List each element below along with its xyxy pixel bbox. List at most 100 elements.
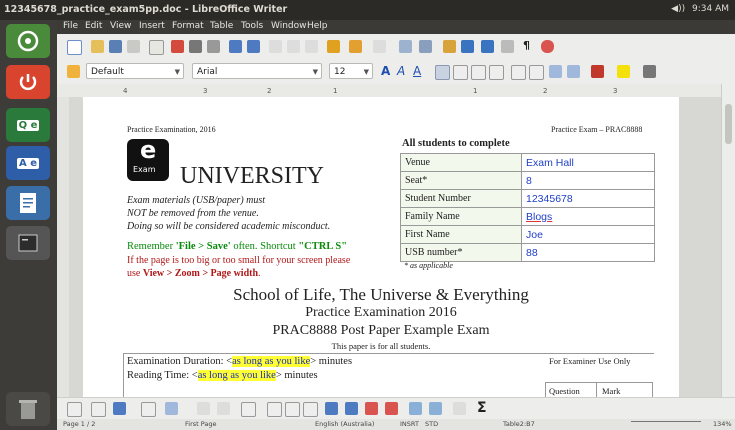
navigator-icon[interactable] <box>481 40 494 53</box>
cell-color-icon[interactable] <box>113 402 126 415</box>
hyperlink-icon[interactable] <box>399 40 412 53</box>
increase-indent-icon[interactable] <box>567 65 580 78</box>
sort-icon[interactable] <box>453 402 466 415</box>
language[interactable]: English (Australia) <box>315 420 374 428</box>
numbering-icon[interactable] <box>511 65 526 80</box>
open-icon[interactable] <box>91 40 104 53</box>
page-style[interactable]: First Page <box>185 420 216 428</box>
print-preview-icon[interactable] <box>207 40 220 53</box>
paste-icon[interactable] <box>305 40 318 53</box>
insert-row-below-icon[interactable] <box>345 402 358 415</box>
justify-icon[interactable] <box>489 65 504 80</box>
student-number-value[interactable]: 12345678 <box>521 189 655 208</box>
menu-tools[interactable]: Tools <box>241 21 263 31</box>
menu-table[interactable]: Table <box>210 21 233 31</box>
insert-rows-icon[interactable] <box>91 402 106 417</box>
cut-icon[interactable] <box>269 40 282 53</box>
export-pdf-icon[interactable] <box>171 40 184 53</box>
undo-icon[interactable] <box>349 40 362 53</box>
delete-column-icon[interactable] <box>385 402 398 415</box>
decrease-indent-icon[interactable] <box>549 65 562 78</box>
first-name-value[interactable]: Joe <box>521 225 655 244</box>
background-color-icon[interactable] <box>643 65 656 78</box>
autospellcheck-icon[interactable] <box>247 40 260 53</box>
exam-app-icon-1[interactable]: Q e <box>6 108 50 142</box>
volume-icon[interactable]: ◀)) <box>671 4 685 14</box>
clone-formatting-icon[interactable] <box>327 40 340 53</box>
paragraph-style-select[interactable]: Default ▼ <box>86 63 184 79</box>
font-size-select[interactable]: 12 ▼ <box>329 63 373 79</box>
select-table-icon[interactable] <box>409 402 422 415</box>
underline-icon[interactable]: A <box>413 64 421 78</box>
scrollbar-thumb[interactable] <box>725 104 732 144</box>
find-replace-icon[interactable] <box>461 40 474 53</box>
borders-icon[interactable] <box>241 402 256 417</box>
italic-icon[interactable]: A <box>397 64 405 78</box>
align-middle-icon[interactable] <box>285 402 300 417</box>
align-center-icon[interactable] <box>453 65 468 80</box>
copy-icon[interactable] <box>287 40 300 53</box>
menu-file[interactable]: File <box>63 21 78 31</box>
logo-word: Exam <box>133 165 156 174</box>
seat-value[interactable]: 8 <box>521 171 655 190</box>
family-name-value[interactable]: Blogs <box>521 207 655 226</box>
venue-value[interactable]: Exam Hall <box>521 153 655 172</box>
redo-icon[interactable] <box>373 40 386 53</box>
show-draw-functions-icon[interactable] <box>443 40 456 53</box>
zoom-level[interactable]: 134% <box>713 420 732 428</box>
zoom-slider-track[interactable] <box>631 421 701 422</box>
save-icon[interactable] <box>109 40 122 53</box>
highlighting-icon[interactable] <box>617 65 630 78</box>
clock[interactable]: 9:34 AM <box>692 4 729 14</box>
font-name-select[interactable]: Arial ▼ <box>192 63 322 79</box>
exam-app-icon-2[interactable]: A e <box>6 146 50 180</box>
insert-row-above-icon[interactable] <box>325 402 338 415</box>
sum-icon[interactable]: Σ <box>477 400 487 416</box>
delete-row-icon[interactable] <box>365 402 378 415</box>
optimize-icon[interactable] <box>141 402 156 417</box>
menu-format[interactable]: Format <box>172 21 204 31</box>
print-icon[interactable] <box>189 40 202 53</box>
bullets-icon[interactable] <box>529 65 544 80</box>
table-insert-icon[interactable] <box>67 402 82 417</box>
vertical-scrollbar[interactable] <box>721 84 735 397</box>
dash-home-icon[interactable] <box>6 24 50 58</box>
align-right-icon[interactable] <box>471 65 486 80</box>
insert-mode[interactable]: INSRT <box>400 420 419 428</box>
shutdown-icon[interactable] <box>6 65 50 99</box>
merge-cells-icon[interactable] <box>197 402 210 415</box>
menu-view[interactable]: View <box>110 21 131 31</box>
usb-number-value[interactable]: 88 <box>521 243 655 262</box>
system-tray[interactable]: ◀)) 9:34 AM <box>671 4 729 14</box>
menu-help[interactable]: Help <box>307 21 328 31</box>
writer-launcher-icon[interactable] <box>6 186 50 220</box>
selection-mode[interactable]: STD <box>425 420 438 428</box>
vertical-align-icon[interactable] <box>165 402 178 415</box>
email-icon[interactable] <box>127 40 140 53</box>
new-document-icon[interactable] <box>67 40 82 55</box>
trash-icon[interactable] <box>6 392 50 426</box>
terminal-launcher-icon[interactable] <box>6 226 50 260</box>
document-page[interactable]: Practice Examination, 2016 Practice Exam… <box>83 97 679 397</box>
edit-mode-icon[interactable] <box>149 40 164 55</box>
menu-insert[interactable]: Insert <box>139 21 165 31</box>
bold-icon[interactable]: A <box>381 64 390 78</box>
split-cells-icon[interactable] <box>217 402 230 415</box>
page-count[interactable]: Page 1 / 2 <box>63 420 95 428</box>
menu-window[interactable]: Window <box>271 21 307 31</box>
align-left-icon[interactable] <box>435 65 450 80</box>
align-top-icon[interactable] <box>267 402 282 417</box>
vertical-ruler[interactable] <box>57 97 69 397</box>
table-icon[interactable] <box>419 40 432 53</box>
table-properties-icon[interactable] <box>429 402 442 415</box>
menu-edit[interactable]: Edit <box>85 21 102 31</box>
zoom-icon[interactable] <box>541 40 554 53</box>
styles-icon[interactable] <box>67 65 80 78</box>
gallery-icon[interactable] <box>501 40 514 53</box>
font-color-icon[interactable] <box>591 65 604 78</box>
formatting-marks-icon[interactable]: ¶ <box>523 39 530 52</box>
align-bottom-icon[interactable] <box>303 402 318 417</box>
spellcheck-icon[interactable] <box>229 40 242 53</box>
university-logo: e Exam <box>127 136 169 181</box>
horizontal-ruler[interactable]: 4 3 2 1 1 2 3 <box>57 84 727 98</box>
